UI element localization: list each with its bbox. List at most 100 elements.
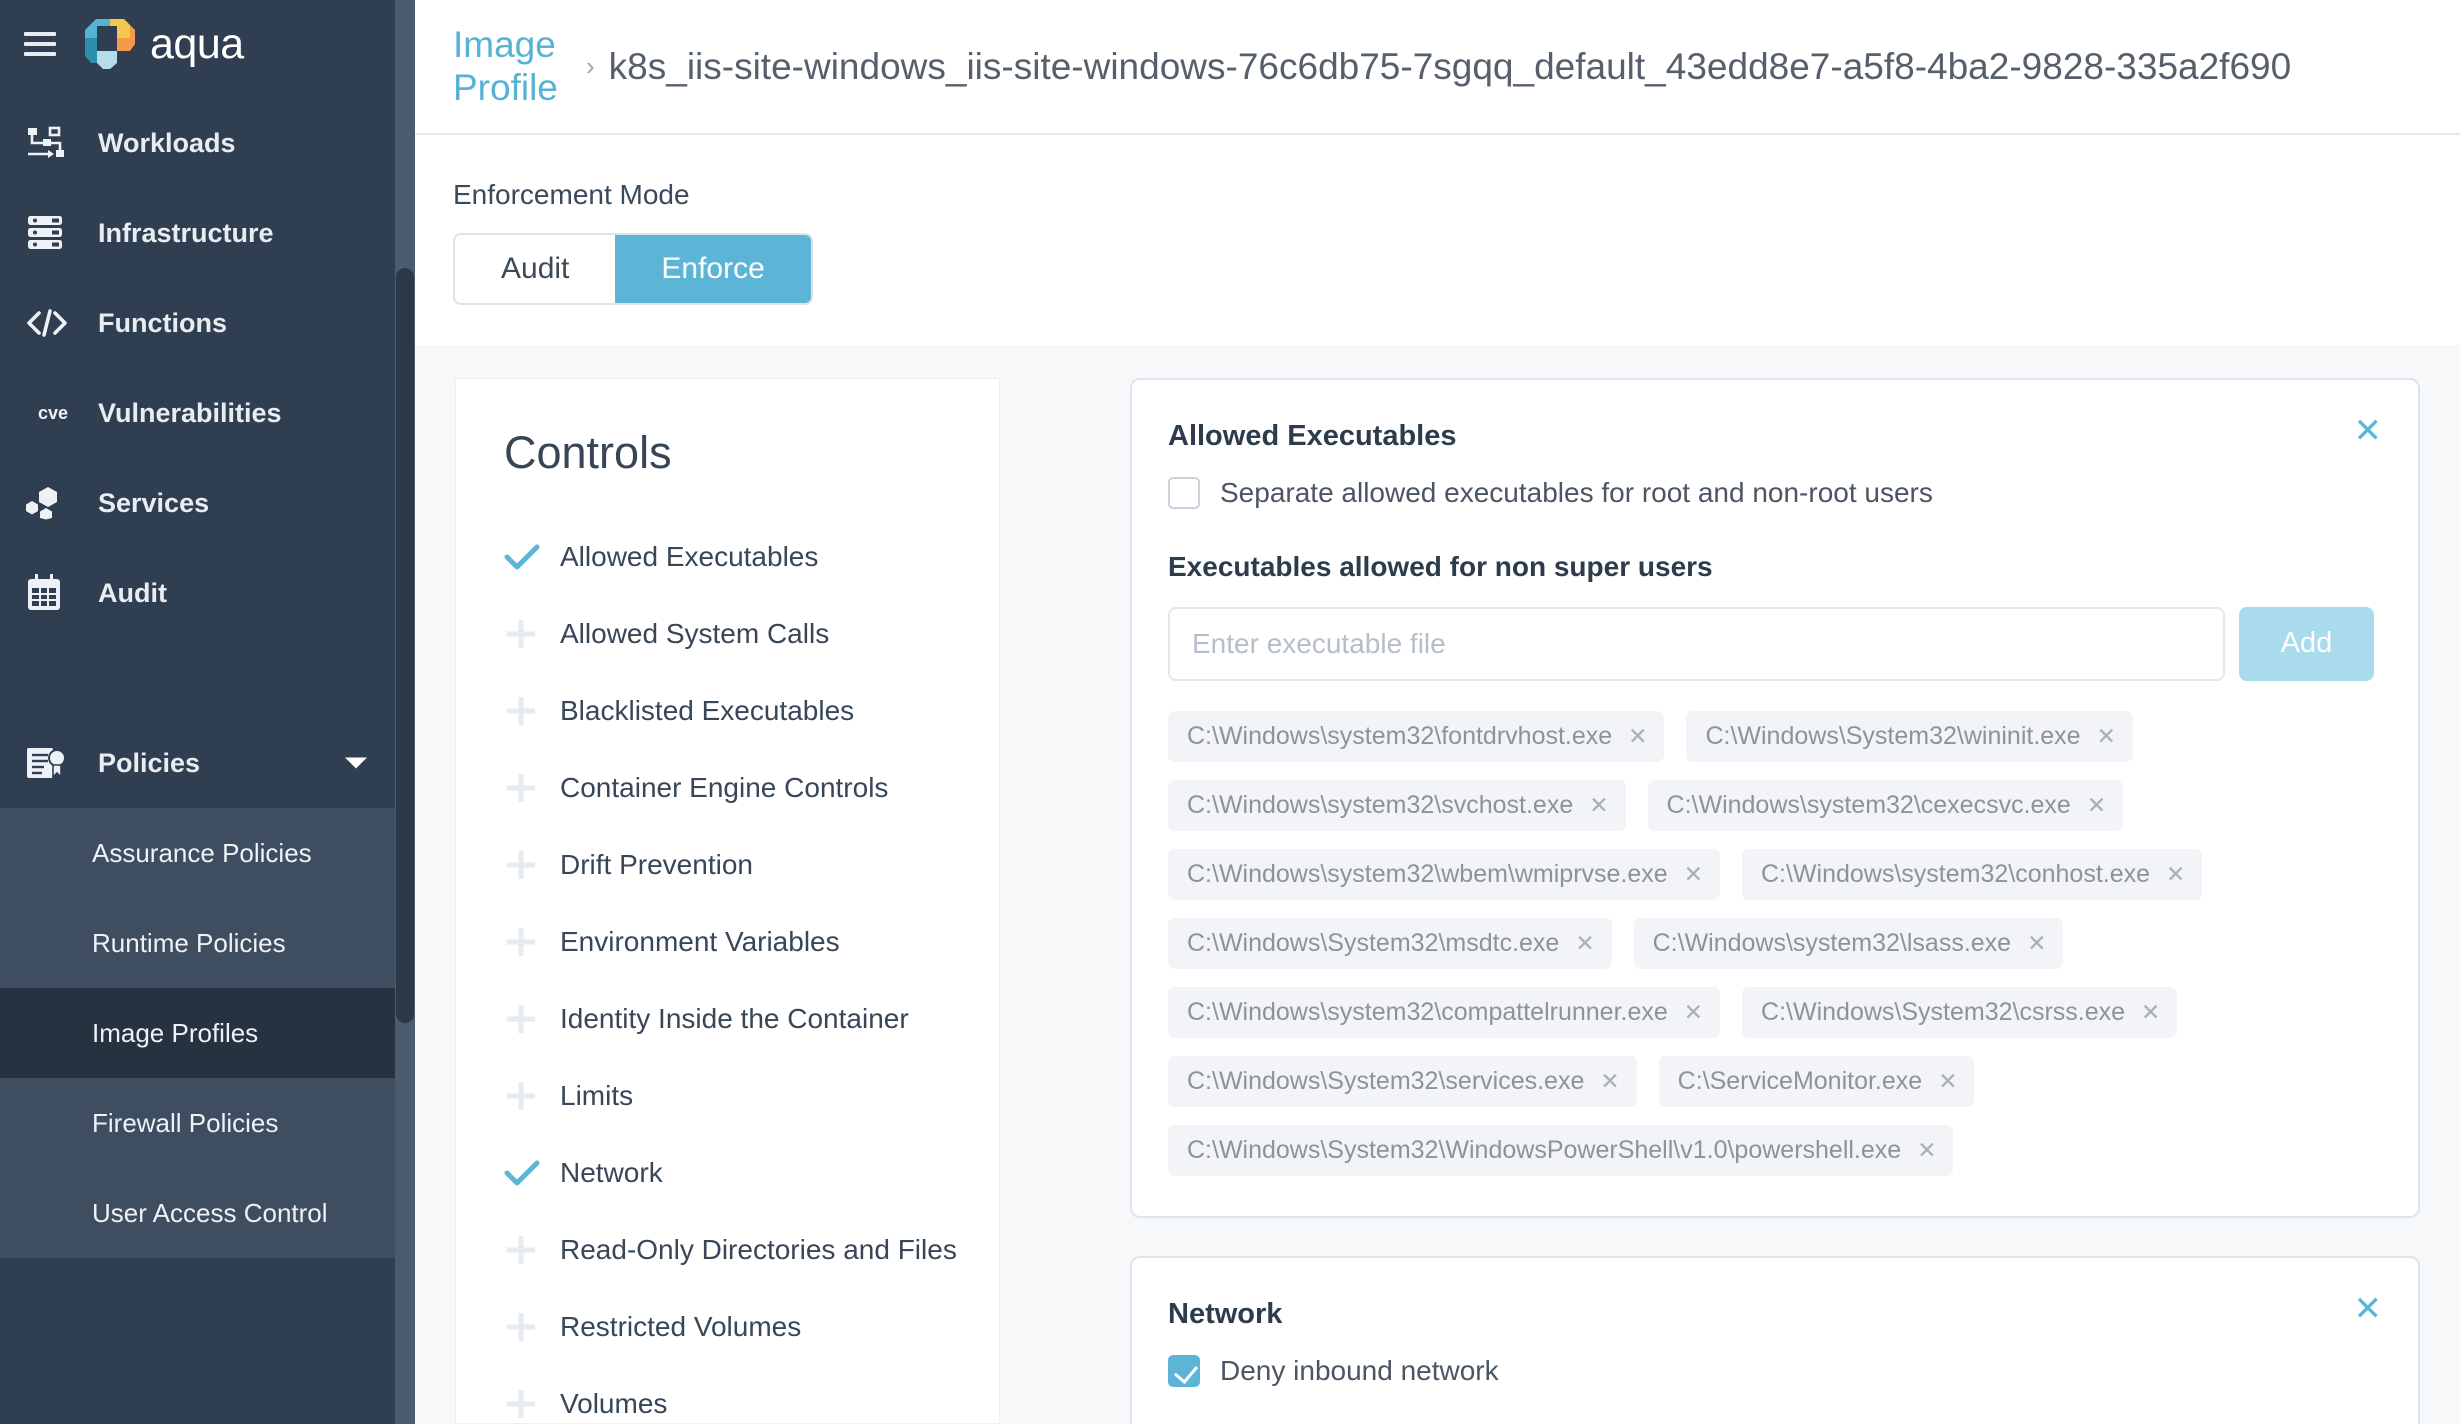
chip-label: C:\Windows\System32\WindowsPowerShell\v1… [1187,1135,1902,1164]
chip-remove-x-icon[interactable]: ✕ [1589,792,1608,819]
brand-name: aqua [150,19,244,68]
control-row-allowed-system-calls[interactable]: Allowed System Calls [456,596,999,673]
app-root: aqua Workloads Infrastructure Functions … [0,0,2460,1424]
control-row-limits[interactable]: Limits [456,1058,999,1135]
chip: C:\Windows\system32\svchost.exe ✕ [1168,779,1626,831]
separate-allowed-executables-checkbox[interactable] [1168,476,1200,509]
breadcrumb-parent-link[interactable]: Image Profile [453,24,578,109]
sidebar-subitem-user-access-control[interactable]: User Access Control [0,1168,415,1258]
chip-remove-x-icon[interactable]: ✕ [1628,723,1647,750]
plus-icon [504,1387,560,1421]
chip-label: C:\Windows\system32\conhost.exe [1760,859,2151,888]
close-x-icon[interactable]: ✕ [2354,1292,2383,1326]
sidebar-item-label: Services [98,487,210,518]
deny-inbound-network-row[interactable]: Deny inbound network [1168,1354,2374,1387]
plus-icon [504,1310,560,1344]
brand[interactable]: aqua [84,18,244,70]
deny-inbound-network-checkbox[interactable] [1168,1354,1200,1387]
chip-remove-x-icon[interactable]: ✕ [1917,1137,1936,1164]
allowed-executables-panel: ✕ Allowed Executables Separate allowed e… [1130,377,2420,1218]
chip-label: C:\ServiceMonitor.exe [1677,1066,1923,1095]
chip: C:\Windows\system32\cexecsvc.exe ✕ [1647,779,2124,831]
control-row-environment-variables[interactable]: Environment Variables [456,904,999,981]
chip-remove-x-icon[interactable]: ✕ [1600,1068,1619,1095]
panel-title: Network [1168,1297,1283,1330]
sidebar-item-functions[interactable]: Functions [0,278,415,368]
deny-inbound-network-label: Deny inbound network [1220,1354,1499,1386]
plus-icon [504,925,560,959]
close-x-icon[interactable]: ✕ [2354,414,2383,448]
calendar-icon [26,572,76,614]
chevron-down-icon[interactable] [345,757,367,769]
separate-allowed-executables-row[interactable]: Separate allowed executables for root an… [1168,476,2374,509]
sidebar-subitem-label: User Access Control [92,1197,328,1228]
check-icon [504,1159,560,1187]
control-label: Drift Prevention [560,849,753,881]
chip: C:\Windows\System32\wininit.exe ✕ [1686,710,2133,762]
chip-label: C:\Windows\system32\wbem\wmiprvse.exe [1187,859,1668,888]
sidebar: aqua Workloads Infrastructure Functions … [0,0,415,1424]
chip-remove-x-icon[interactable]: ✕ [2166,861,2185,888]
sidebar-scrollbar-thumb[interactable] [396,268,414,1023]
workloads-flow-icon [26,122,76,164]
sidebar-subitem-firewall-policies[interactable]: Firewall Policies [0,1078,415,1168]
enforcement-mode-toggle: Audit Enforce [453,233,813,305]
sidebar-subitem-assurance-policies[interactable]: Assurance Policies [0,808,415,898]
allowed-executables-chip-list: C:\Windows\system32\fontdrvhost.exe ✕ C:\… [1168,710,2374,1176]
sidebar-scrollbar[interactable] [395,0,415,1424]
code-brackets-icon [26,302,76,344]
chip-label: C:\Windows\system32\compattelrunner.exe [1187,997,1668,1026]
control-row-container-engine-controls[interactable]: Container Engine Controls [456,750,999,827]
sidebar-item-vulnerabilities[interactable]: ɘvɔ Vulnerabilities [0,368,415,458]
chip-label: C:\Windows\System32\wininit.exe [1705,721,2081,750]
chip: C:\Windows\System32\csrss.exe ✕ [1742,986,2178,1038]
control-row-identity-inside-the-container[interactable]: Identity Inside the Container [456,981,999,1058]
plus-icon [504,848,560,882]
control-label: Volumes [560,1388,668,1420]
sidebar-nav: Workloads Infrastructure Functions ɘvɔ V… [0,88,415,1258]
add-executable-row: Add [1168,606,2374,681]
control-row-allowed-executables[interactable]: Allowed Executables [456,519,999,596]
control-row-blacklisted-executables[interactable]: Blacklisted Executables [456,673,999,750]
sidebar-item-services[interactable]: Services [0,458,415,548]
sidebar-item-label: Functions [98,307,227,338]
main-content: Image Profile › k8s_iis-site-windows_iis… [415,0,2460,1424]
executable-file-input[interactable] [1168,606,2225,681]
chip-remove-x-icon[interactable]: ✕ [1575,930,1594,957]
control-label: Read-Only Directories and Files [560,1234,957,1266]
control-label: Network [560,1157,663,1189]
chip-remove-x-icon[interactable]: ✕ [2087,792,2106,819]
chip-remove-x-icon[interactable]: ✕ [1684,861,1703,888]
enforcement-audit-button[interactable]: Audit [455,235,616,303]
chip: C:\Windows\System32\services.exe ✕ [1168,1055,1637,1107]
executables-subheading: Executables allowed for non super users [1168,550,1713,582]
chip-remove-x-icon[interactable]: ✕ [2141,999,2160,1026]
control-row-restricted-volumes[interactable]: Restricted Volumes [456,1289,999,1366]
control-row-network[interactable]: Network [456,1135,999,1212]
sidebar-submenu: Assurance Policies Runtime Policies Imag… [0,808,415,1258]
sidebar-item-infrastructure[interactable]: Infrastructure [0,188,415,278]
hamburger-menu-icon[interactable] [24,32,56,56]
chip-remove-x-icon[interactable]: ✕ [1684,999,1703,1026]
svg-text:ɘvɔ: ɘvɔ [38,403,68,423]
chip-remove-x-icon[interactable]: ✕ [2097,723,2116,750]
chip-remove-x-icon[interactable]: ✕ [2027,930,2046,957]
control-detail-panels: ✕ Allowed Executables Separate allowed e… [1000,377,2460,1424]
control-row-volumes[interactable]: Volumes [456,1366,999,1424]
sidebar-subitem-label: Runtime Policies [92,927,286,958]
sidebar-item-policies[interactable]: Policies [0,718,415,808]
control-row-drift-prevention[interactable]: Drift Prevention [456,827,999,904]
sidebar-item-audit[interactable]: Audit [0,548,415,638]
sidebar-item-label: Infrastructure [98,217,274,248]
enforcement-enforce-button[interactable]: Enforce [615,235,811,303]
check-icon [504,543,560,571]
sidebar-subitem-image-profiles[interactable]: Image Profiles [0,988,415,1078]
chip-remove-x-icon[interactable]: ✕ [1938,1068,1957,1095]
sidebar-item-workloads[interactable]: Workloads [0,98,415,188]
control-row-read-only-directories-and-files[interactable]: Read-Only Directories and Files [456,1212,999,1289]
add-executable-button[interactable]: Add [2239,606,2374,681]
sidebar-subitem-runtime-policies[interactable]: Runtime Policies [0,898,415,988]
plus-icon [504,1233,560,1267]
chip: C:\Windows\system32\compattelrunner.exe ✕ [1168,986,1721,1038]
sidebar-item-label: Policies [98,747,201,778]
